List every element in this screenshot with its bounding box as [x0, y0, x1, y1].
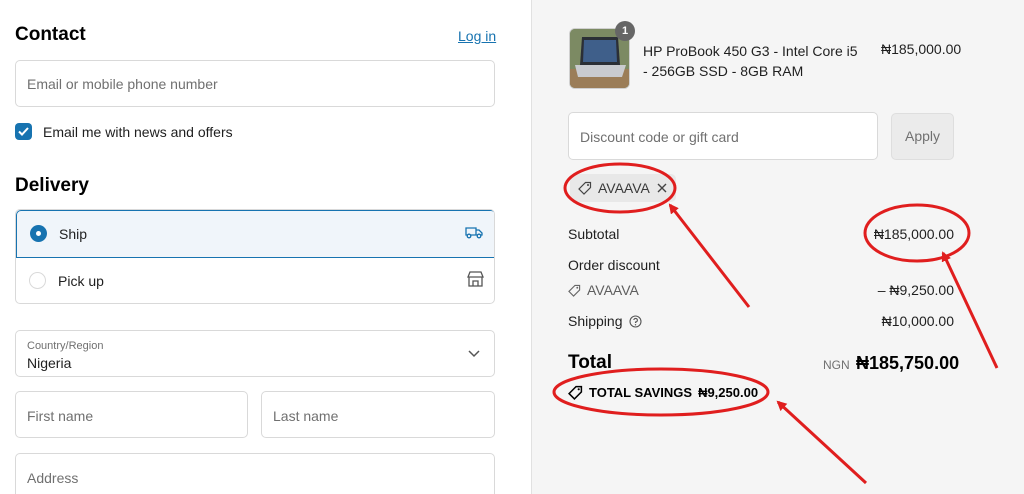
- checkout-form: Contact Log in Email or mobile phone num…: [0, 0, 531, 494]
- savings-label: TOTAL SAVINGS: [589, 385, 693, 400]
- ship-radio[interactable]: [30, 225, 47, 242]
- total-value: ₦185,750.00: [856, 353, 960, 373]
- country-select[interactable]: Country/Region Nigeria: [15, 330, 495, 377]
- quantity-badge: 1: [615, 21, 635, 41]
- total-label: Total: [568, 352, 612, 373]
- tag-icon: [578, 181, 592, 195]
- delivery-option-pickup[interactable]: Pick up: [16, 258, 494, 303]
- country-label: Country/Region: [27, 340, 104, 352]
- discount-value: – ₦9,250.00: [877, 282, 954, 298]
- product-price: ₦185,000.00: [881, 41, 962, 57]
- discount-code-input[interactable]: Discount code or gift card: [568, 112, 878, 160]
- applied-discount-tag: AVAAVA: [570, 174, 676, 202]
- store-icon: [467, 271, 484, 292]
- discount-code-row: AVAAVA: [568, 282, 639, 298]
- chevron-down-icon: [468, 350, 480, 358]
- savings-value: ₦9,250.00: [698, 385, 759, 400]
- newsletter-checkbox[interactable]: [15, 123, 32, 140]
- currency-code: NGN: [823, 358, 850, 372]
- address-field[interactable]: Address: [15, 453, 495, 494]
- shipping-label: Shipping: [568, 313, 623, 329]
- discount-code-text: AVAAVA: [587, 282, 639, 298]
- order-discount-label: Order discount: [568, 257, 660, 273]
- shipping-value: ₦10,000.00: [881, 313, 954, 329]
- login-link[interactable]: Log in: [458, 28, 496, 44]
- tag-icon: [568, 284, 581, 297]
- last-name-field[interactable]: Last name: [261, 391, 495, 438]
- email-placeholder: Email or mobile phone number: [27, 76, 218, 92]
- ship-label: Ship: [59, 226, 88, 242]
- total-savings: TOTAL SAVINGS ₦9,250.00: [568, 385, 758, 400]
- country-value: Nigeria: [27, 355, 72, 371]
- tag-icon: [568, 385, 583, 400]
- apply-button[interactable]: Apply: [891, 113, 954, 160]
- pickup-label: Pick up: [58, 273, 104, 289]
- product-name: HP ProBook 450 G3 - Intel Core i5 - 256G…: [643, 43, 858, 79]
- first-name-field[interactable]: First name: [15, 391, 248, 438]
- delivery-option-ship[interactable]: Ship: [16, 210, 494, 258]
- subtotal-label: Subtotal: [568, 226, 620, 242]
- applied-code-label: AVAAVA: [598, 180, 650, 196]
- email-field[interactable]: Email or mobile phone number: [15, 60, 495, 107]
- shipping-row: Shipping: [568, 313, 642, 329]
- subtotal-value: ₦185,000.00: [873, 226, 954, 242]
- first-name-placeholder: First name: [27, 408, 94, 424]
- delivery-heading: Delivery: [15, 175, 89, 196]
- address-placeholder: Address: [27, 470, 79, 486]
- remove-discount-icon[interactable]: [656, 182, 668, 194]
- contact-heading: Contact: [15, 24, 86, 45]
- help-icon[interactable]: [628, 314, 642, 328]
- discount-placeholder: Discount code or gift card: [580, 129, 739, 145]
- last-name-placeholder: Last name: [273, 408, 339, 424]
- newsletter-label: Email me with news and offers: [43, 124, 233, 140]
- delivery-method-group: Ship Pick up: [15, 209, 495, 304]
- checkmark-icon: [18, 127, 29, 136]
- pickup-radio[interactable]: [29, 272, 46, 289]
- truck-icon: [465, 224, 483, 245]
